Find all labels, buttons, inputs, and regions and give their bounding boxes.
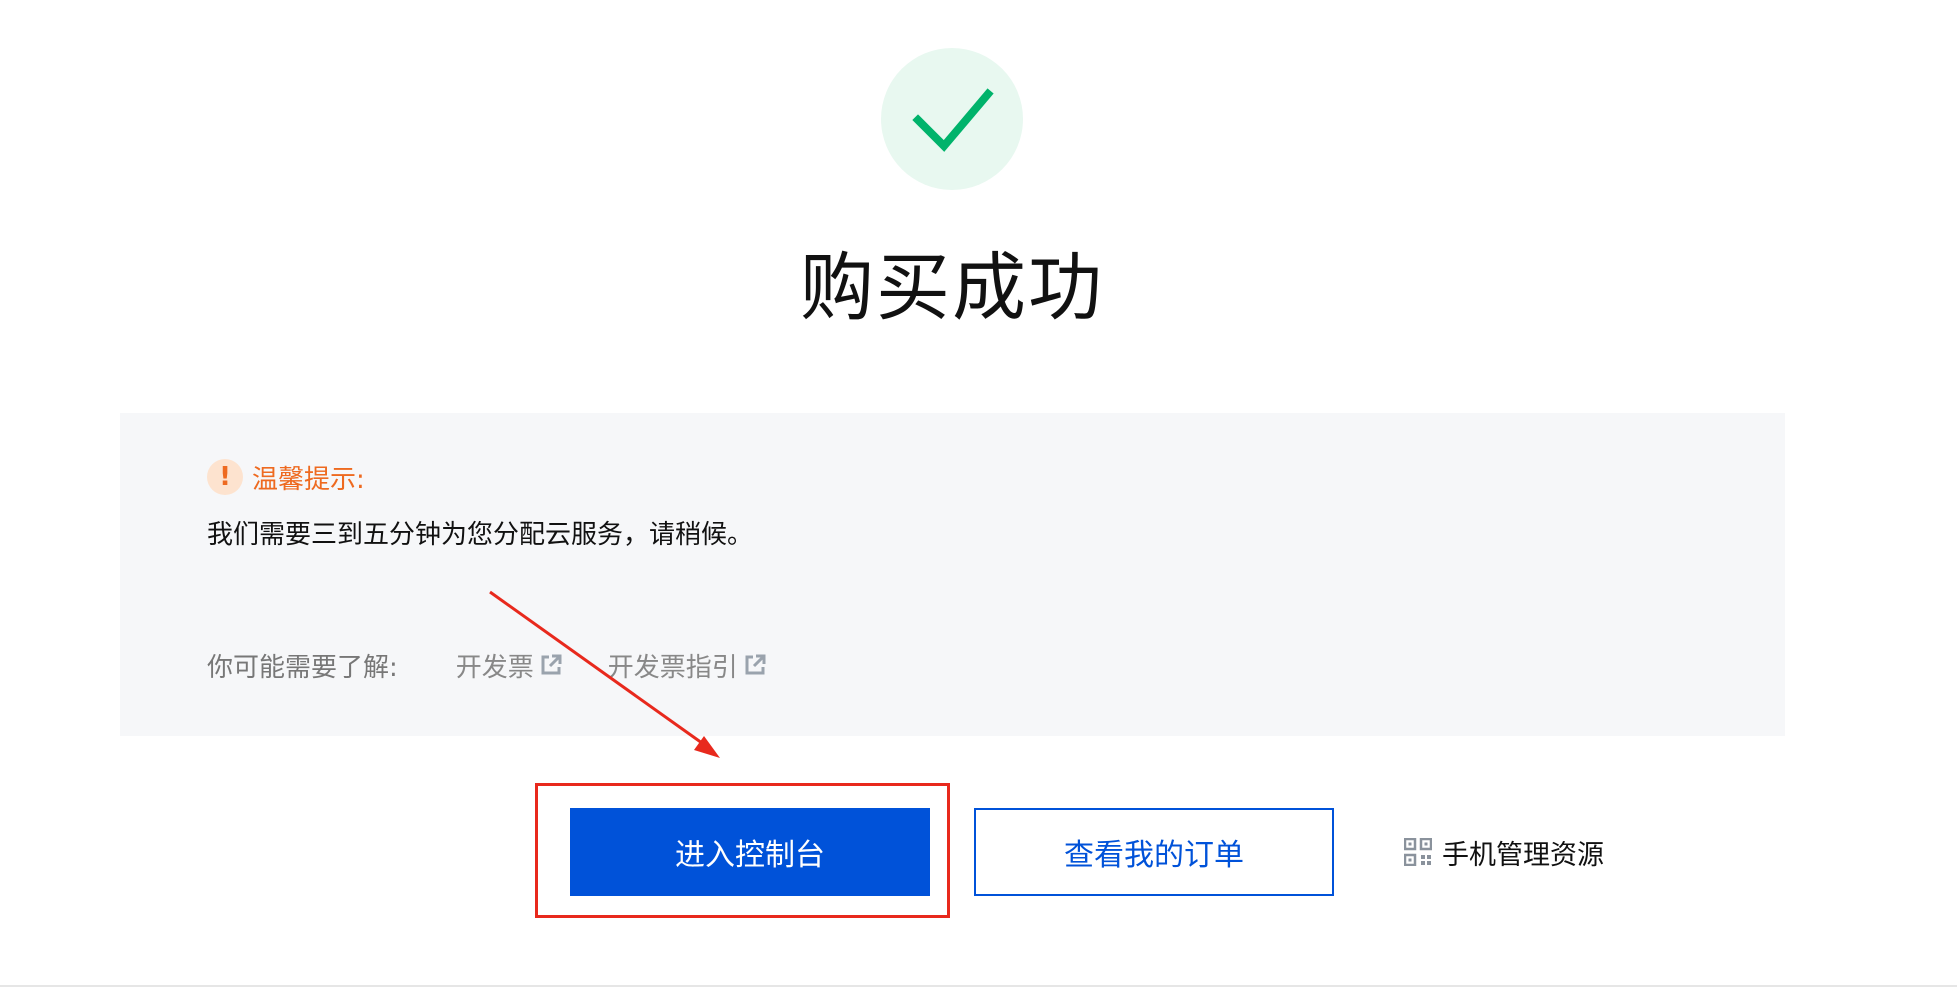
mobile-manage-label: 手机管理资源 — [1442, 839, 1604, 871]
check-icon — [912, 88, 994, 152]
notice-message: 我们需要三到五分钟为您分配云服务，请稍候。 — [207, 520, 754, 550]
notice-title: 温馨提示: — [252, 464, 365, 495]
invoice-guide-link[interactable]: 开发票指引 — [608, 647, 766, 684]
page-title: 购买成功 — [800, 245, 1104, 331]
external-link-icon — [745, 654, 766, 675]
mobile-manage-link[interactable]: 手机管理资源 — [1404, 832, 1604, 872]
enter-console-button[interactable]: 进入控制台 — [570, 808, 930, 896]
learn-more-row: 你可能需要了解: 开发票 开发票指引 — [207, 645, 812, 685]
notice-header: ! 温馨提示: — [207, 457, 365, 497]
notice-panel: ! 温馨提示: 我们需要三到五分钟为您分配云服务，请稍候。 你可能需要了解: 开… — [120, 413, 1785, 736]
invoice-link[interactable]: 开发票 — [456, 647, 562, 684]
external-link-icon — [541, 654, 562, 675]
invoice-link-label: 开发票 — [455, 652, 534, 683]
learn-more-label: 你可能需要了解: — [207, 652, 398, 683]
qr-code-icon — [1404, 838, 1432, 866]
purchase-success-page: 购买成功 ! 温馨提示: 我们需要三到五分钟为您分配云服务，请稍候。 你可能需要… — [0, 0, 1957, 1006]
warning-icon: ! — [207, 459, 243, 495]
view-orders-button[interactable]: 查看我的订单 — [974, 808, 1334, 896]
invoice-guide-link-label: 开发票指引 — [607, 652, 738, 683]
bottom-divider — [0, 985, 1957, 987]
success-badge — [881, 48, 1023, 190]
